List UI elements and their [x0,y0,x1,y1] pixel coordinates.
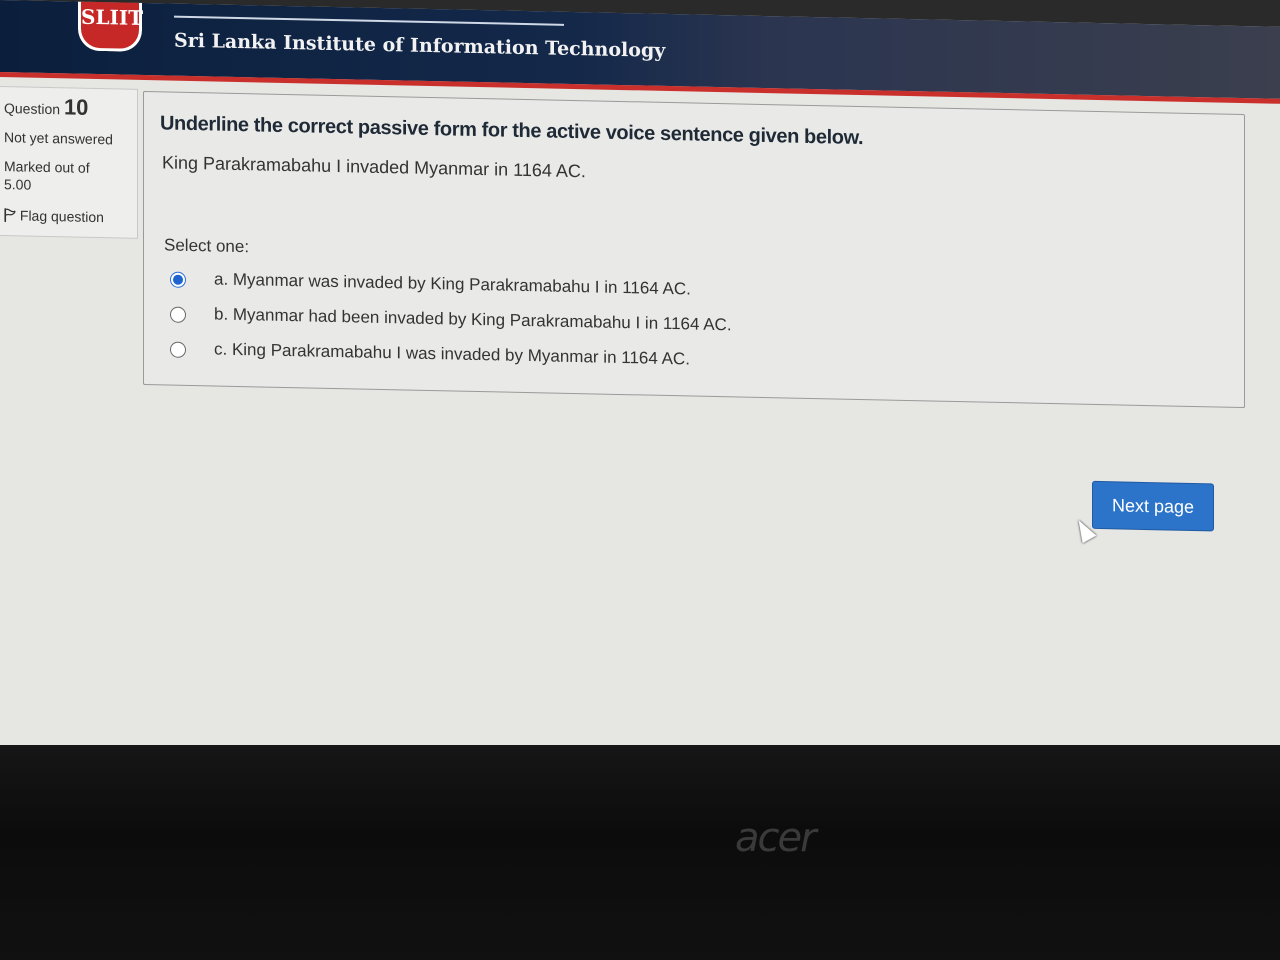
radio-button[interactable] [170,306,186,323]
question-card: Underline the correct passive form for t… [143,90,1245,409]
question-label: Question [4,100,61,118]
question-number: 10 [63,94,89,120]
question-sentence: King Parakramabahu I invaded Myanmar in … [162,152,586,182]
question-heading: Question 10 [4,93,88,121]
monitor-screen: SLIIT Sri Lanka Institute of Information… [0,0,1280,787]
flag-icon: 🏱︎ [4,207,16,224]
answer-option-label[interactable]: c. King Parakramabahu I was invaded by M… [214,339,690,369]
flag-label: Flag question [19,207,104,226]
radio-button[interactable] [170,341,186,358]
institute-logo[interactable]: SLIIT [78,1,144,52]
marks-value: 5.00 [4,176,32,193]
question-prompt: Underline the correct passive form for t… [160,112,864,150]
site-header: SLIIT Sri Lanka Institute of Information… [0,0,1280,104]
device-brand-logo: acer [735,815,817,861]
select-one-label: Select one: [164,235,250,257]
question-marks: Marked out of 5.00 [4,157,90,195]
answer-option-label[interactable]: b. Myanmar had been invaded by King Para… [214,304,732,335]
question-state: Not yet answered [4,129,113,148]
radio-button-selected[interactable] [170,271,186,288]
next-page-button[interactable]: Next page [1092,480,1214,532]
institute-name: Sri Lanka Institute of Information Techn… [174,29,666,62]
question-info-box: Question 10 Not yet answered Marked out … [0,86,138,239]
monitor-bezel [0,745,1280,960]
marks-label: Marked out of [4,158,90,176]
answer-option-label[interactable]: a. Myanmar was invaded by King Parakrama… [214,269,691,299]
logo-text: SLIIT [81,4,144,30]
flag-question-link[interactable]: 🏱︎ Flag question [4,205,104,231]
header-divider [174,15,564,26]
